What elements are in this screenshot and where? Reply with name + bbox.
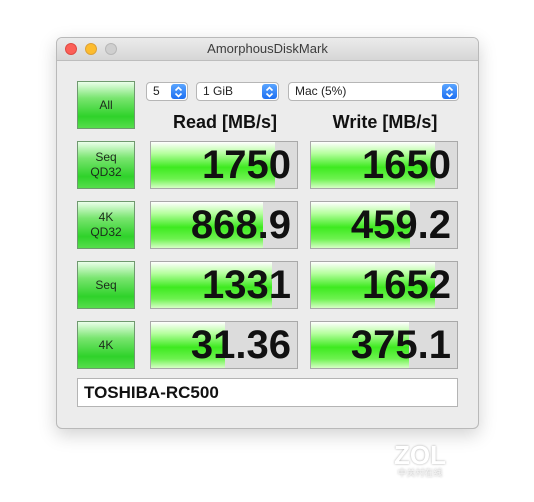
write-column-header: Write [MB/s] bbox=[332, 112, 438, 132]
window-title: AmorphousDiskMark bbox=[207, 41, 328, 56]
watermark-sub-text: 中关村在线 bbox=[397, 468, 443, 478]
read-result-value: 1750 bbox=[202, 143, 291, 187]
test-label-line2: QD32 bbox=[90, 165, 122, 179]
chevron-updown-icon bbox=[171, 84, 186, 99]
test-label-line1: 4K bbox=[98, 210, 114, 224]
test-size-value: 1 GiB bbox=[203, 84, 234, 98]
read-result-cell: 868.9 bbox=[150, 201, 298, 249]
volume-value: Mac (5%) bbox=[295, 84, 347, 98]
drive-name-field[interactable]: TOSHIBA-RC500 bbox=[77, 378, 458, 407]
test-label-line1: 4K bbox=[98, 337, 114, 352]
read-result-value: 31.36 bbox=[190, 323, 291, 367]
volume-select[interactable]: Mac (5%) bbox=[288, 82, 459, 101]
write-result-cell: 1652 bbox=[310, 261, 458, 309]
write-result-cell: 459.2 bbox=[310, 201, 458, 249]
write-result-cell: 1650 bbox=[310, 141, 458, 189]
write-result-value: 1650 bbox=[362, 143, 451, 187]
run-4k-button[interactable]: 4K bbox=[77, 321, 135, 369]
run-seq-button[interactable]: Seq bbox=[77, 261, 135, 309]
write-result-value: 375.1 bbox=[350, 323, 451, 367]
read-result-value: 1331 bbox=[202, 263, 291, 307]
title-bar[interactable]: AmorphousDiskMark bbox=[57, 38, 478, 61]
write-result-cell: 375.1 bbox=[310, 321, 458, 369]
test-label-line2: QD32 bbox=[90, 225, 122, 239]
test-count-value: 5 bbox=[153, 84, 160, 98]
test-size-select[interactable]: 1 GiB bbox=[196, 82, 279, 101]
read-column-header: Read [MB/s] bbox=[172, 112, 277, 132]
test-label-line1: Seq bbox=[95, 150, 117, 164]
test-count-select[interactable]: 5 bbox=[146, 82, 188, 101]
read-result-cell: 1750 bbox=[150, 141, 298, 189]
run-all-button[interactable]: All bbox=[77, 81, 135, 129]
run-4k-qd32-button[interactable]: 4K QD32 bbox=[77, 201, 135, 249]
run-all-label: All bbox=[99, 97, 113, 112]
write-result-value: 459.2 bbox=[350, 203, 451, 247]
test-label-line1: Seq bbox=[95, 277, 117, 292]
read-result-value: 868.9 bbox=[190, 203, 291, 247]
read-result-cell: 31.36 bbox=[150, 321, 298, 369]
read-result-cell: 1331 bbox=[150, 261, 298, 309]
chevron-updown-icon bbox=[442, 84, 457, 99]
chevron-updown-icon bbox=[262, 84, 277, 99]
zol-watermark-logo: ZOL 中关村在线 bbox=[390, 442, 450, 479]
watermark-main-text: ZOL bbox=[394, 440, 446, 470]
write-result-value: 1652 bbox=[362, 263, 451, 307]
app-window: AmorphousDiskMark All 5 1 GiB Mac (5%) R… bbox=[56, 37, 479, 429]
run-seq-qd32-button[interactable]: Seq QD32 bbox=[77, 141, 135, 189]
